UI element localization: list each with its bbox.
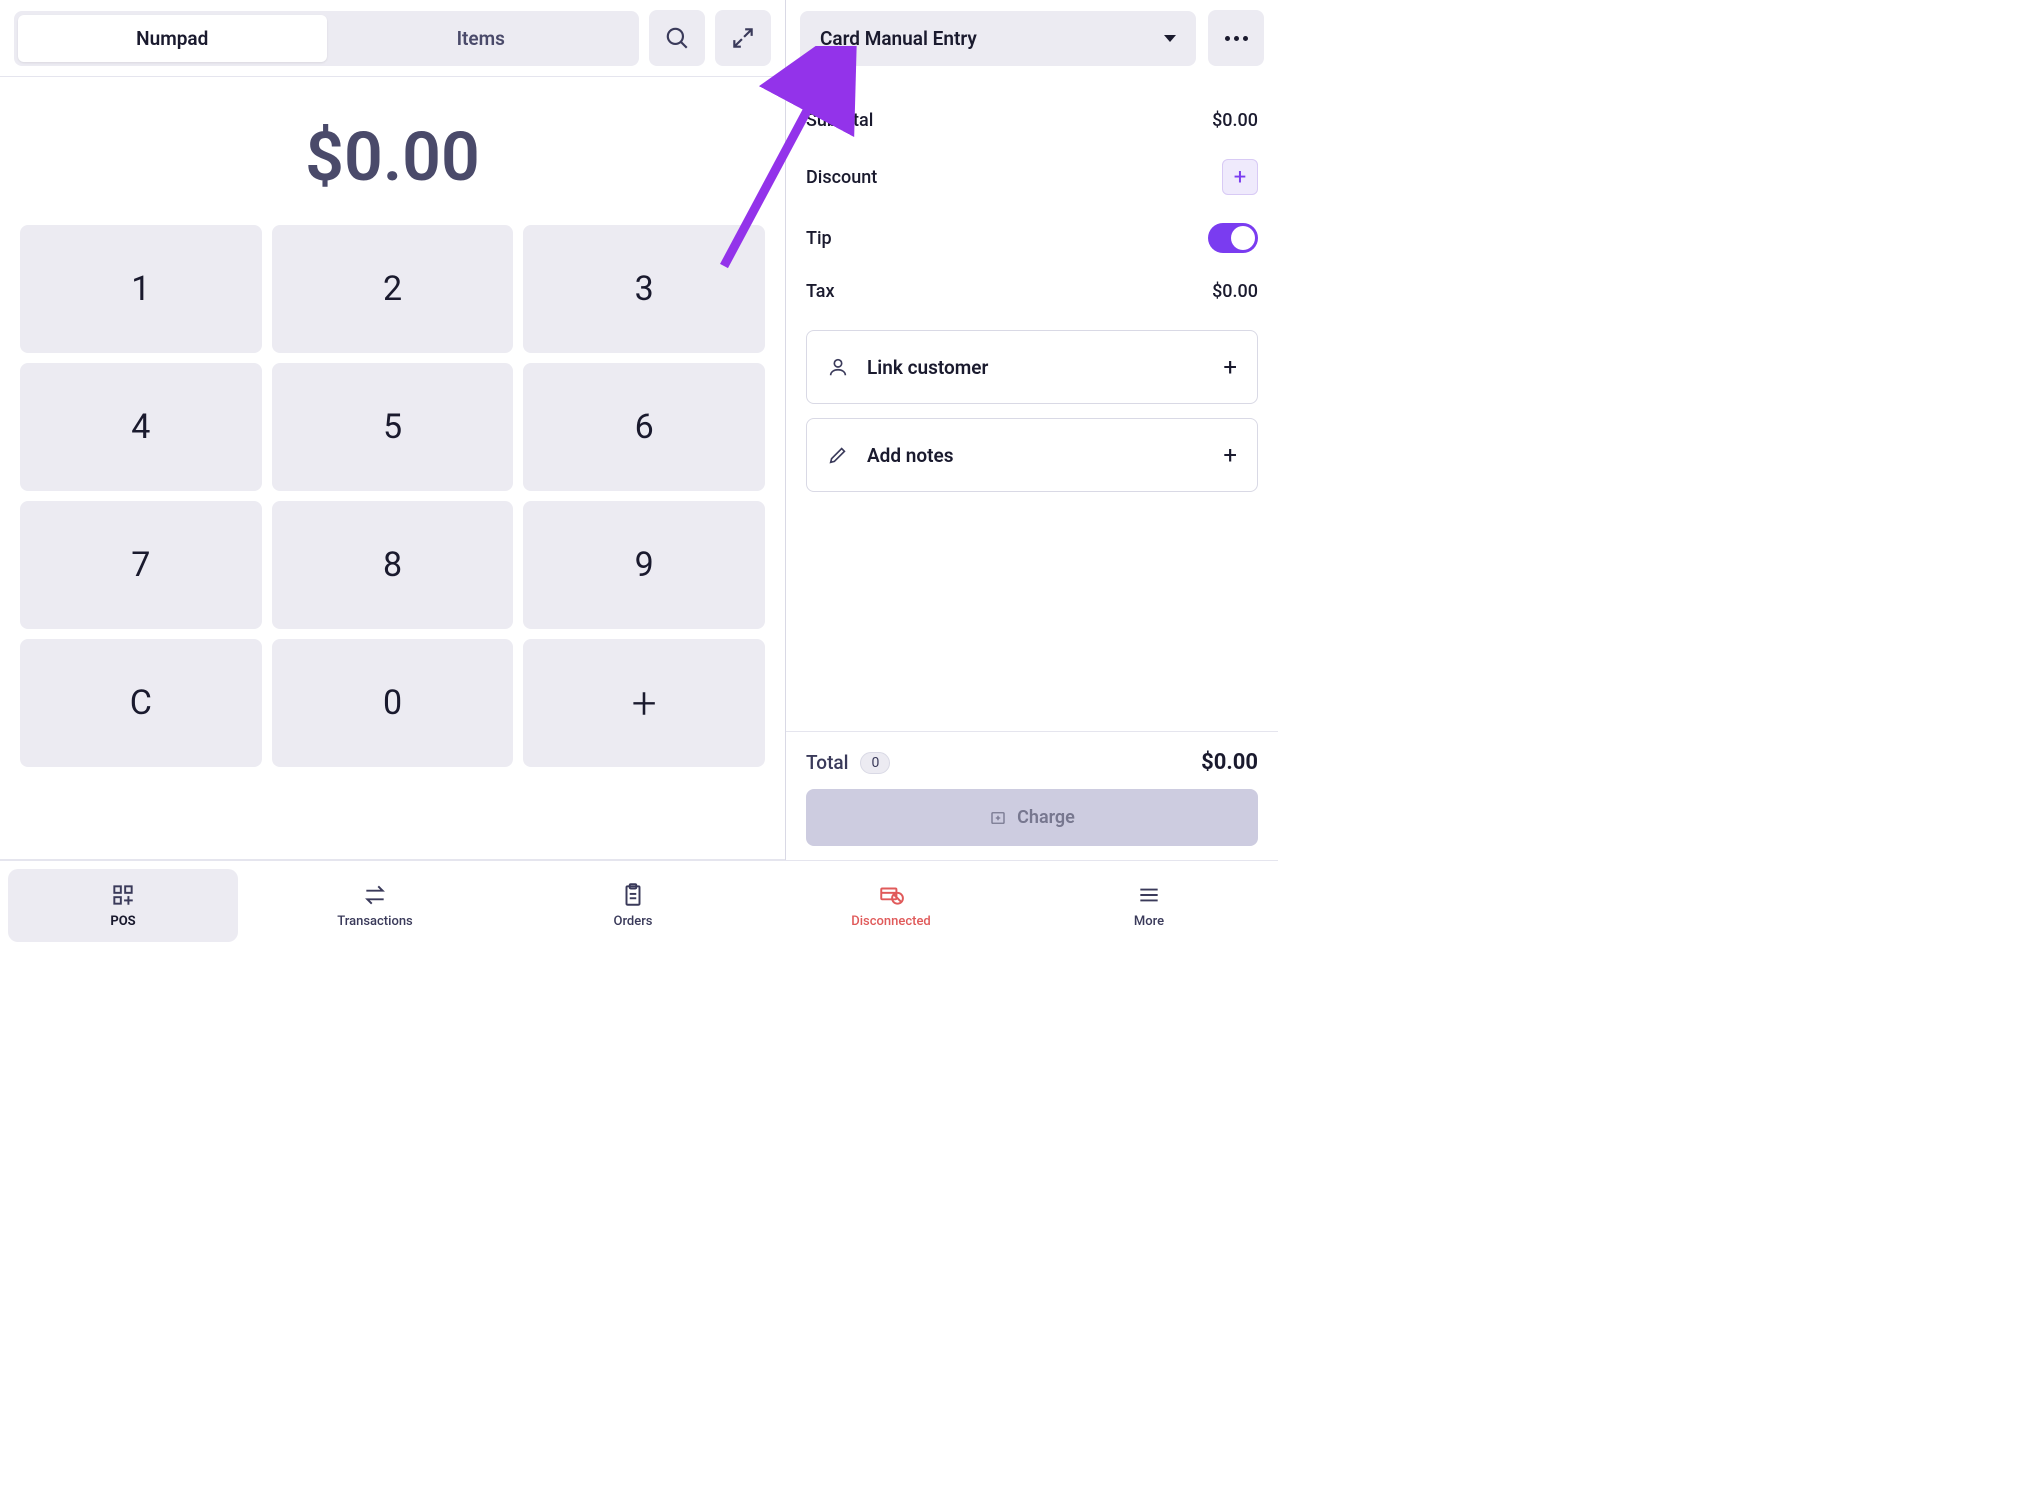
chevron-down-icon bbox=[1164, 35, 1176, 42]
more-options-button[interactable] bbox=[1208, 10, 1264, 66]
swap-icon bbox=[362, 882, 388, 908]
tax-row: Tax $0.00 bbox=[806, 267, 1258, 316]
expand-button[interactable] bbox=[715, 10, 771, 66]
subtotal-label: Subtotal bbox=[806, 110, 873, 131]
discount-row: Discount + bbox=[806, 145, 1258, 209]
add-notes-button[interactable]: Add notes + bbox=[806, 418, 1258, 492]
discount-label: Discount bbox=[806, 167, 877, 188]
dots-icon bbox=[1225, 36, 1230, 41]
tip-row: Tip bbox=[806, 209, 1258, 267]
pencil-icon bbox=[827, 444, 849, 466]
link-customer-button[interactable]: Link customer + bbox=[806, 330, 1258, 404]
nav-transactions-label: Transactions bbox=[337, 914, 413, 929]
nav-more[interactable]: More bbox=[1020, 861, 1278, 950]
add-notes-label: Add notes bbox=[867, 444, 1205, 467]
add-discount-button[interactable]: + bbox=[1222, 159, 1258, 195]
nav-pos[interactable]: POS bbox=[8, 869, 238, 942]
charge-label: Charge bbox=[1017, 807, 1075, 828]
numpad-plus[interactable]: + bbox=[523, 639, 765, 767]
bottom-nav: POS Transactions Orders Disconnected Mor… bbox=[0, 860, 1278, 950]
nav-orders[interactable]: Orders bbox=[504, 861, 762, 950]
expand-icon bbox=[730, 25, 756, 51]
numpad-5[interactable]: 5 bbox=[272, 363, 514, 491]
nav-orders-label: Orders bbox=[613, 914, 652, 929]
tab-numpad[interactable]: Numpad bbox=[18, 15, 327, 62]
numpad-2[interactable]: 2 bbox=[272, 225, 514, 353]
numpad-4[interactable]: 4 bbox=[20, 363, 262, 491]
numpad-8[interactable]: 8 bbox=[272, 501, 514, 629]
view-segmented-control: Numpad Items bbox=[14, 11, 639, 66]
tip-toggle[interactable] bbox=[1208, 223, 1258, 253]
numpad-0[interactable]: 0 bbox=[272, 639, 514, 767]
total-value: $0.00 bbox=[1201, 750, 1258, 775]
clipboard-icon bbox=[620, 882, 646, 908]
tab-items[interactable]: Items bbox=[327, 15, 636, 62]
payment-method-dropdown[interactable]: Card Manual Entry bbox=[800, 11, 1196, 66]
total-area: Total 0 $0.00 Charge bbox=[786, 731, 1278, 860]
topbar-left: Numpad Items bbox=[0, 0, 785, 77]
numpad-1[interactable]: 1 bbox=[20, 225, 262, 353]
topbar-right: Card Manual Entry bbox=[786, 0, 1278, 76]
nav-transactions[interactable]: Transactions bbox=[246, 861, 504, 950]
total-label: Total bbox=[806, 751, 848, 774]
menu-icon bbox=[1136, 882, 1162, 908]
numpad-9[interactable]: 9 bbox=[523, 501, 765, 629]
tip-label: Tip bbox=[806, 228, 832, 249]
numpad-7[interactable]: 7 bbox=[20, 501, 262, 629]
grid-icon bbox=[110, 882, 136, 908]
search-icon bbox=[664, 25, 690, 51]
tax-label: Tax bbox=[806, 281, 835, 302]
nav-reader-status[interactable]: Disconnected bbox=[762, 861, 1020, 950]
charge-icon bbox=[989, 809, 1007, 827]
tax-value: $0.00 bbox=[1212, 281, 1258, 302]
nav-pos-label: POS bbox=[110, 914, 135, 929]
charge-button[interactable]: Charge bbox=[806, 789, 1258, 846]
checkout-summary: Subtotal $0.00 Discount + Tip Tax $0.00 bbox=[786, 76, 1278, 731]
nav-more-label: More bbox=[1134, 914, 1164, 929]
card-error-icon bbox=[878, 882, 904, 908]
item-count-badge: 0 bbox=[860, 752, 890, 774]
numpad: 1 2 3 4 5 6 7 8 9 C 0 + bbox=[0, 225, 785, 787]
subtotal-value: $0.00 bbox=[1212, 110, 1258, 131]
total-row: Total 0 $0.00 bbox=[806, 750, 1258, 775]
payment-method-label: Card Manual Entry bbox=[820, 27, 977, 50]
subtotal-row: Subtotal $0.00 bbox=[806, 96, 1258, 145]
person-icon bbox=[827, 356, 849, 378]
nav-disconnected-label: Disconnected bbox=[851, 914, 931, 929]
numpad-clear[interactable]: C bbox=[20, 639, 262, 767]
plus-icon: + bbox=[1223, 441, 1237, 469]
link-customer-label: Link customer bbox=[867, 356, 1205, 379]
search-button[interactable] bbox=[649, 10, 705, 66]
plus-icon: + bbox=[1223, 353, 1237, 381]
numpad-6[interactable]: 6 bbox=[523, 363, 765, 491]
numpad-3[interactable]: 3 bbox=[523, 225, 765, 353]
amount-display: $0.00 bbox=[0, 77, 785, 225]
